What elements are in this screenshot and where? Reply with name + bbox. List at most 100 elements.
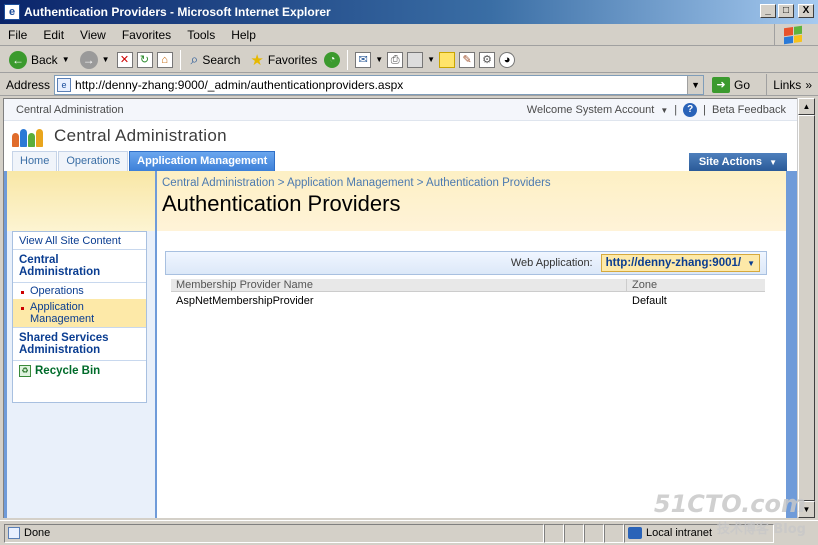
separator: | (674, 104, 678, 116)
web-application-toolbar: Web Application: http://denny-zhang:9001… (165, 251, 767, 275)
toolbar-divider (347, 49, 349, 70)
window-controls: _ □ X (760, 4, 814, 18)
nav-shared-services-administration[interactable]: Shared Services Administration (13, 327, 146, 360)
sharepoint-logo-icon (12, 125, 44, 147)
bullet-icon (21, 307, 24, 310)
breadcrumb[interactable]: Central Administration > Application Man… (162, 177, 786, 189)
search-button[interactable]: ⌕ Search (188, 49, 244, 71)
site-actions-button[interactable]: Site Actions ▼ (688, 153, 787, 171)
toolbar: ← Back ▼ → ▼ ✕ ↻ ⌂ ⌕ Search ★ Favorites … (0, 47, 818, 73)
back-button[interactable]: ← Back ▼ (6, 49, 73, 71)
close-button[interactable]: X (798, 4, 814, 18)
status-text-pane: Done (4, 523, 544, 543)
help-icon[interactable]: ? (683, 103, 698, 117)
menu-favorites[interactable]: Favorites (122, 28, 171, 42)
address-label: Address (6, 77, 51, 92)
address-bar: Address e http://denny-zhang:9000/_admin… (0, 74, 818, 96)
browser-viewport: Central Administration Welcome System Ac… (3, 98, 797, 518)
web-application-label: Web Application: (510, 257, 593, 269)
ie-icon: e (4, 4, 20, 20)
chevron-down-icon[interactable]: ▼ (660, 106, 668, 115)
toolbar-divider (179, 49, 181, 70)
links-button[interactable]: Links » (766, 74, 818, 96)
top-site-link[interactable]: Central Administration (16, 104, 124, 116)
site-title[interactable]: Central Administration (54, 126, 227, 146)
status-pane-empty (584, 523, 604, 543)
search-icon: ⌕ (190, 51, 199, 67)
beta-feedback-link[interactable]: Beta Feedback (712, 104, 786, 116)
status-pane-empty (544, 523, 564, 543)
menu-view[interactable]: View (80, 28, 106, 42)
bullet-icon (21, 291, 24, 294)
chevron-down-icon: ▼ (101, 55, 110, 64)
welcome-menu[interactable]: Welcome System Account (527, 104, 655, 116)
forward-arrow-icon: → (79, 50, 98, 69)
vertical-scrollbar[interactable]: ▲ ▼ (797, 98, 815, 518)
quick-launch: View All Site Content Central Administra… (12, 231, 147, 403)
watermark: 51CTO.com 技术博客 Blog (653, 490, 806, 537)
intranet-zone-icon (628, 527, 642, 539)
chevron-down-icon[interactable]: ▼ (427, 55, 435, 64)
top-right-links: Welcome System Account ▼ | ? | Beta Feed… (527, 99, 786, 121)
refresh-icon[interactable]: ↻ (136, 51, 153, 68)
home-icon[interactable]: ⌂ (156, 51, 173, 68)
print-icon[interactable]: ⎙ (387, 51, 404, 68)
recycle-bin-icon: ♻ (19, 365, 31, 377)
go-button[interactable]: ➜ Go (712, 76, 750, 93)
mail-icon[interactable]: ✉ (355, 51, 372, 68)
chevron-down-icon: ▼ (61, 55, 70, 64)
back-arrow-icon: ← (9, 50, 27, 69)
nav-central-administration[interactable]: Central Administration (13, 249, 146, 282)
page-title-area: Central Administration > Application Man… (157, 171, 786, 231)
sharepoint-top-bar: Central Administration Welcome System Ac… (4, 99, 797, 121)
menu-bar: File Edit View Favorites Tools Help (0, 24, 818, 46)
web-application-selector[interactable]: http://denny-zhang:9001/ ▼ (600, 254, 760, 272)
edit-icon[interactable] (407, 51, 424, 68)
maximize-button[interactable]: □ (778, 4, 794, 18)
favorites-button[interactable]: ★ Favorites (247, 49, 320, 71)
stop-icon[interactable]: ✕ (116, 51, 133, 68)
zone-cell: Default (632, 295, 667, 307)
tab-application-management[interactable]: Application Management (129, 151, 276, 171)
address-input[interactable]: e http://denny-zhang:9000/_admin/authent… (54, 74, 705, 95)
forward-button[interactable]: → ▼ (77, 49, 113, 71)
window-title: Authentication Providers - Microsoft Int… (24, 5, 331, 19)
scroll-up-icon[interactable]: ▲ (798, 98, 815, 115)
recycle-bin-link[interactable]: ♻ Recycle Bin (13, 360, 146, 381)
menu-file[interactable]: File (8, 28, 27, 42)
column-header-zone[interactable]: Zone (627, 279, 765, 291)
tab-operations[interactable]: Operations (58, 151, 129, 171)
left-nav-header (7, 171, 155, 231)
nav-operations[interactable]: Operations (13, 282, 146, 299)
chevron-down-icon[interactable]: ▼ (375, 55, 383, 64)
nav-application-management[interactable]: Application Management (13, 299, 146, 327)
minimize-button[interactable]: _ (760, 4, 776, 18)
chevron-down-icon: ▼ (747, 258, 755, 268)
provider-name-link[interactable]: AspNetMembershipProvider (171, 295, 627, 307)
windows-flag-icon (783, 25, 802, 45)
chevron-down-icon: ▼ (769, 158, 777, 167)
address-url[interactable]: http://denny-zhang:9000/_admin/authentic… (75, 78, 403, 92)
chevron-down-icon[interactable]: ▼ (687, 75, 704, 94)
page-icon (8, 527, 20, 539)
tools-icon[interactable]: ⚙ (479, 51, 496, 68)
table-header: Membership Provider Name Zone (171, 279, 765, 292)
menu-help[interactable]: Help (231, 28, 256, 42)
page-title: Authentication Providers (162, 191, 401, 216)
main-content: Central Administration > Application Man… (157, 171, 786, 518)
research-icon[interactable]: ✎ (459, 51, 476, 68)
star-icon: ★ (250, 51, 264, 69)
scroll-thumb[interactable] (798, 115, 815, 501)
windows-logo (774, 24, 810, 46)
menu-tools[interactable]: Tools (187, 28, 215, 42)
separator: | (703, 104, 706, 116)
status-pane-empty (604, 523, 624, 543)
top-nav-tabs: Home Operations Application Management (4, 151, 797, 171)
menu-edit[interactable]: Edit (43, 28, 64, 42)
note-icon[interactable] (439, 51, 456, 68)
history-icon[interactable]: ◔ (324, 51, 341, 68)
view-all-site-content-link[interactable]: View All Site Content (13, 232, 146, 249)
column-header-provider[interactable]: Membership Provider Name (171, 279, 627, 291)
qq-icon[interactable]: ◕ (499, 51, 516, 68)
tab-home[interactable]: Home (12, 151, 58, 171)
